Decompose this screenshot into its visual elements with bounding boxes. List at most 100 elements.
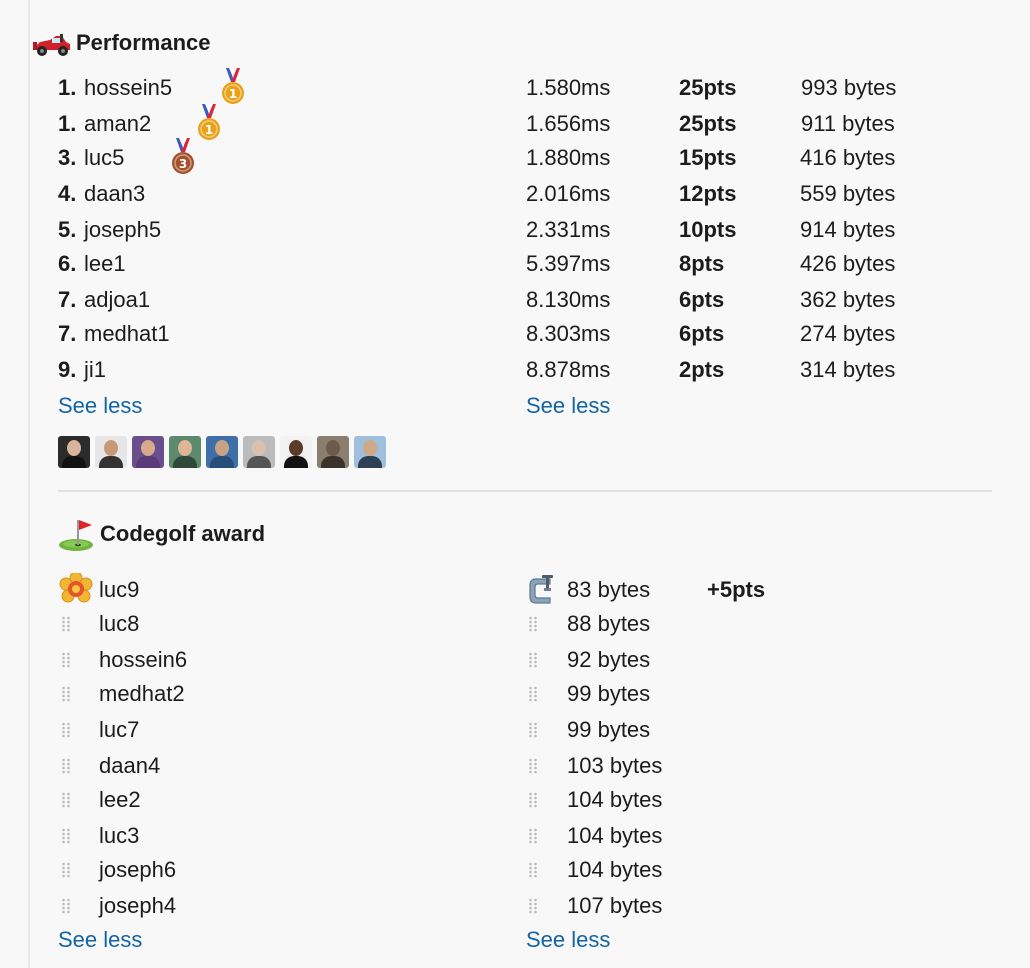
drag-handle-icon xyxy=(61,897,71,915)
drag-handle-icon xyxy=(528,861,538,879)
avatar[interactable] xyxy=(169,436,201,468)
row-username[interactable]: aman2 xyxy=(84,111,151,137)
row-size: 107 bytes xyxy=(567,893,663,918)
row-rank: 3. xyxy=(58,145,77,170)
performance-header: Performance xyxy=(32,28,211,58)
row-size: 911 bytes xyxy=(801,111,895,136)
row-username[interactable]: lee1 xyxy=(84,251,126,277)
row-rank: 1. xyxy=(58,75,77,100)
svg-text:3: 3 xyxy=(179,157,187,171)
row-size: 362 bytes xyxy=(800,287,896,312)
row-username[interactable]: luc3 xyxy=(99,823,139,849)
row-size: 274 bytes xyxy=(800,321,896,346)
row-username[interactable]: ji1 xyxy=(84,357,106,383)
row-size: 993 bytes xyxy=(801,75,897,100)
row-time: 1.580ms xyxy=(526,75,611,100)
drag-handle-icon xyxy=(61,791,71,809)
drag-handle-icon xyxy=(61,757,71,775)
row-points: 6pts xyxy=(679,321,725,346)
row-time: 1.880ms xyxy=(526,145,611,170)
svg-text:1: 1 xyxy=(205,123,213,137)
row-username[interactable]: joseph6 xyxy=(99,857,176,883)
avatar[interactable] xyxy=(58,436,90,468)
row-points: 15pts xyxy=(679,145,737,170)
row-size: 914 bytes xyxy=(800,217,896,242)
avatar[interactable] xyxy=(132,436,164,468)
row-rank: 9. xyxy=(58,357,77,382)
drag-handle-icon xyxy=(61,827,71,845)
row-size: 104 bytes xyxy=(567,823,663,848)
drag-handle-icon xyxy=(528,791,538,809)
performance-see-less-right[interactable]: See less xyxy=(526,393,610,419)
row-username[interactable]: daan4 xyxy=(99,753,160,779)
performance-title: Performance xyxy=(76,30,211,55)
row-username[interactable]: luc8 xyxy=(99,611,139,637)
row-username[interactable]: hossein6 xyxy=(99,647,187,673)
avatar[interactable] xyxy=(354,436,386,468)
row-username[interactable]: joseph5 xyxy=(84,217,161,243)
gold-medal-icon: 1 xyxy=(220,68,246,106)
racing-car-icon xyxy=(32,28,72,58)
section-divider xyxy=(58,490,992,492)
codegolf-see-less-left[interactable]: See less xyxy=(58,927,142,953)
row-size: 104 bytes xyxy=(567,787,663,812)
performance-see-less-left[interactable]: See less xyxy=(58,393,142,419)
row-size: 92 bytes xyxy=(567,647,651,672)
row-size: 416 bytes xyxy=(800,145,896,170)
clamp-icon xyxy=(526,573,560,607)
avatar[interactable] xyxy=(280,436,312,468)
codegolf-see-less-right[interactable]: See less xyxy=(526,927,610,953)
golf-flag-icon xyxy=(58,516,96,552)
row-username[interactable]: luc7 xyxy=(99,717,139,743)
drag-handle-icon xyxy=(528,651,538,669)
row-rank: 1. xyxy=(58,111,77,136)
row-points: 10pts xyxy=(679,217,737,242)
row-time: 2.016ms xyxy=(526,181,611,206)
row-username[interactable]: daan3 xyxy=(84,181,145,207)
drag-handle-icon xyxy=(528,685,538,703)
participant-avatars xyxy=(58,436,391,468)
avatar[interactable] xyxy=(95,436,127,468)
row-size: 104 bytes xyxy=(567,857,663,882)
row-rank: 7. xyxy=(58,321,77,346)
row-bonus-points: +5pts xyxy=(707,577,766,602)
avatar[interactable] xyxy=(243,436,275,468)
row-time: 8.130ms xyxy=(526,287,611,312)
row-rank: 4. xyxy=(58,181,77,206)
row-size: 99 bytes xyxy=(567,717,651,742)
drag-handle-icon xyxy=(61,685,71,703)
row-username[interactable]: adjoa1 xyxy=(84,287,150,313)
row-points: 2pts xyxy=(679,357,725,382)
avatar[interactable] xyxy=(317,436,349,468)
drag-handle-icon xyxy=(61,651,71,669)
row-size: 88 bytes xyxy=(567,611,651,636)
row-time: 1.656ms xyxy=(526,111,611,136)
row-username[interactable]: hossein5 xyxy=(84,75,172,101)
avatar[interactable] xyxy=(206,436,238,468)
drag-handle-icon xyxy=(528,757,538,775)
row-username[interactable]: joseph4 xyxy=(99,893,176,919)
row-points: 8pts xyxy=(679,251,725,276)
row-username[interactable]: luc9 xyxy=(99,577,139,603)
row-time: 5.397ms xyxy=(526,251,611,276)
drag-handle-icon xyxy=(61,721,71,739)
row-username[interactable]: medhat2 xyxy=(99,681,185,707)
row-username[interactable]: luc5 xyxy=(84,145,124,171)
row-size: 103 bytes xyxy=(567,753,663,778)
row-size: 559 bytes xyxy=(800,181,896,206)
row-rank: 7. xyxy=(58,287,77,312)
row-size: 426 bytes xyxy=(800,251,896,276)
row-username[interactable]: lee2 xyxy=(99,787,141,813)
row-points: 12pts xyxy=(679,181,737,206)
codegolf-title: Codegolf award xyxy=(100,521,266,546)
bronze-medal-icon: 3 xyxy=(170,138,196,176)
gold-medal-icon: 1 xyxy=(196,104,222,142)
row-time: 8.303ms xyxy=(526,321,611,346)
drag-handle-icon xyxy=(528,721,538,739)
drag-handle-icon xyxy=(61,861,71,879)
row-username[interactable]: medhat1 xyxy=(84,321,170,347)
row-rank: 6. xyxy=(58,251,77,276)
drag-handle-icon xyxy=(528,615,538,633)
codegolf-header: Codegolf award xyxy=(58,516,265,552)
row-points: 25pts xyxy=(679,75,737,100)
